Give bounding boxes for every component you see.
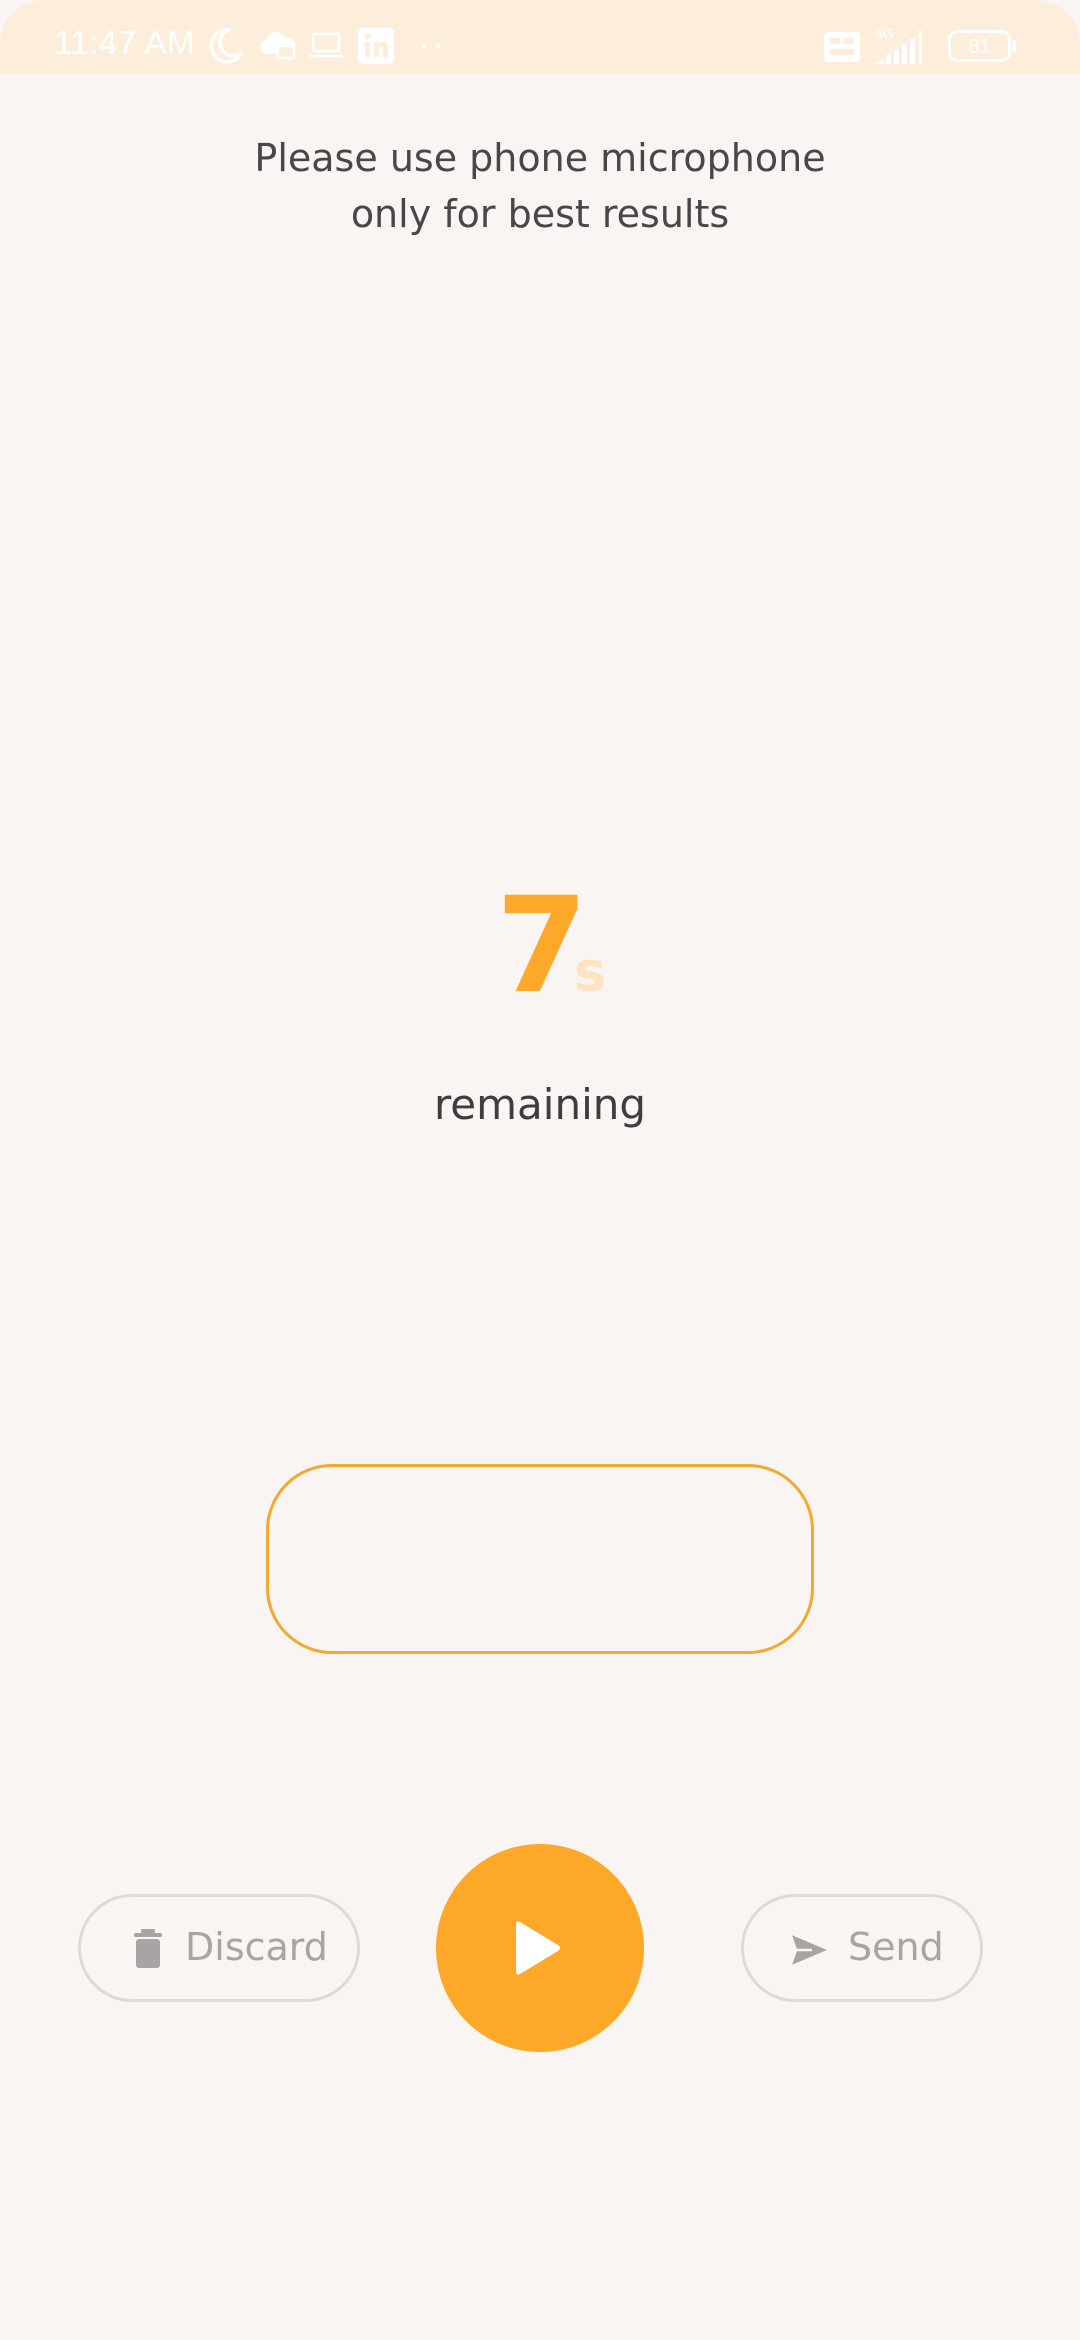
- svg-text:4G: 4G: [875, 25, 894, 41]
- instruction-text: Please use phone microphone only for bes…: [0, 130, 1080, 242]
- send-icon: [788, 1931, 832, 1969]
- send-label: Send: [848, 1925, 944, 1969]
- discard-label: Discard: [185, 1925, 328, 1969]
- instruction-line-1: Please use phone microphone: [254, 136, 826, 180]
- play-button[interactable]: [436, 1844, 644, 2052]
- laptop-icon: [309, 32, 343, 58]
- linkedin-icon: [358, 28, 394, 64]
- volte-icon: [824, 32, 860, 62]
- battery-icon: 81: [948, 30, 1016, 62]
- svg-text:81: 81: [968, 36, 990, 58]
- more-dots-icon: [421, 43, 441, 49]
- recording-screen: 11:47 AM 4G 81 Please use phone micropho…: [0, 0, 1080, 2340]
- recording-waveform-box: [266, 1464, 814, 1654]
- cloud-sync-icon: [260, 31, 296, 60]
- moon-icon: [209, 28, 244, 64]
- discard-button[interactable]: Discard: [78, 1894, 360, 2002]
- play-icon: [516, 1921, 560, 1975]
- instruction-line-2: only for best results: [350, 192, 730, 236]
- status-bar: 11:47 AM 4G 81: [0, 0, 1080, 74]
- countdown-caption: remaining: [433, 1080, 647, 1129]
- countdown-unit: s: [574, 940, 607, 1003]
- status-time: 11:47 AM: [54, 24, 195, 61]
- signal-4g-icon: 4G: [874, 25, 922, 64]
- send-button[interactable]: Send: [741, 1894, 983, 2002]
- trash-icon: [134, 1929, 162, 1968]
